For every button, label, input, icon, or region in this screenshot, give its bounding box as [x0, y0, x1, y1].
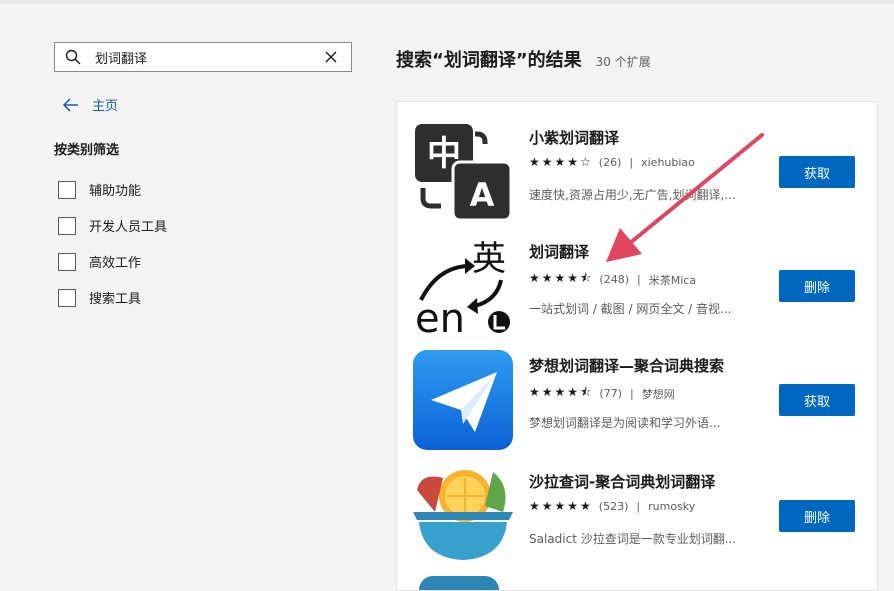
star-rating: ★★★★☆ — [529, 155, 593, 169]
extension-meta: ★★★★☆ (26) | xiehubiao — [529, 155, 695, 169]
ying-en-swap-icon: 英 en — [415, 239, 510, 336]
extension-description: 梦想划词翻译是为阅读和学习外语... — [529, 416, 721, 430]
remove-button[interactable]: 删除 — [779, 500, 855, 532]
remove-button[interactable]: 删除 — [779, 270, 855, 302]
results-panel: 中 A 小紫划词翻译 ★★★★☆ (26) | xiehubiao 速度快,资源… — [396, 101, 878, 591]
checkbox[interactable] — [58, 288, 76, 307]
home-link-label: 主页 — [92, 99, 119, 114]
filter-accessibility[interactable]: 辅助功能 — [58, 180, 141, 199]
filter-search-tools[interactable]: 搜索工具 — [58, 288, 141, 307]
search-icon — [65, 49, 81, 65]
home-link[interactable]: 主页 — [62, 95, 118, 114]
salad-bowl-icon — [413, 470, 513, 560]
separator: | — [629, 155, 634, 169]
rating-count: (26) — [598, 155, 622, 169]
extension-description: 速度快,资源占用少,无广告,划词翻译,... — [529, 188, 736, 202]
extension-item[interactable]: 中 A 小紫划词翻译 ★★★★☆ (26) | xiehubiao 速度快,资源… — [413, 122, 863, 232]
extension-description: Saladict 沙拉查词是一款专业划词翻... — [529, 532, 737, 546]
extension-item[interactable]: 英 en 划词翻译 ★★★★⯪ (248) | 米茶Mica 一站式划词 / 截… — [413, 236, 863, 346]
separator: | — [636, 499, 641, 513]
rating-count: (77) — [599, 387, 622, 400]
next-item-logo-peek — [419, 576, 499, 590]
rating-count: (523) — [598, 499, 629, 513]
get-button[interactable]: 获取 — [779, 384, 855, 416]
checkbox[interactable] — [58, 216, 76, 235]
filter-label: 开发人员工具 — [89, 220, 168, 235]
translate-zhong-a-icon: 中 A — [415, 124, 513, 222]
extension-name[interactable]: 梦想划词翻译—聚合词典搜索 — [529, 355, 724, 376]
author: 梦想网 — [641, 387, 675, 401]
svg-text:en: en — [415, 296, 465, 336]
checkbox[interactable] — [58, 180, 76, 199]
filter-label: 高效工作 — [89, 256, 142, 271]
top-edge — [0, 0, 894, 4]
extension-description: 一站式划词 / 截图 / 网页全文 / 音视... — [529, 302, 732, 316]
extension-meta: ★★★★⯪ (77) | 梦想网 — [529, 383, 675, 404]
get-button[interactable]: 获取 — [779, 156, 855, 188]
results-heading: 搜索“划词翻译”的结果 30 个扩展 — [396, 46, 651, 72]
star-rating: ★★★★⯪ — [529, 385, 594, 399]
author: rumosky — [648, 499, 696, 513]
extension-name[interactable]: 小紫划词翻译 — [529, 127, 619, 148]
extension-item[interactable]: 沙拉查词-聚合词典划词翻译 ★★★★★ (523) | rumosky Sala… — [413, 466, 863, 576]
extension-name[interactable]: 沙拉查词-聚合词典划词翻译 — [529, 471, 715, 492]
close-icon[interactable] — [325, 51, 337, 63]
svg-text:A: A — [470, 176, 495, 214]
filter-label: 辅助功能 — [89, 184, 142, 199]
results-count: 30 个扩展 — [595, 55, 651, 69]
author: xiehubiao — [641, 155, 695, 169]
extension-name[interactable]: 划词翻译 — [529, 241, 589, 262]
extension-meta: ★★★★★ (523) | rumosky — [529, 499, 695, 513]
filter-label: 搜索工具 — [89, 292, 142, 307]
svg-text:英: 英 — [472, 239, 506, 279]
back-arrow-icon — [62, 97, 78, 112]
filter-title: 按类别筛选 — [54, 143, 120, 158]
extension-meta: ★★★★⯪ (248) | 米茶Mica — [529, 269, 696, 290]
filter-productivity[interactable]: 高效工作 — [58, 252, 141, 271]
page-title: 搜索“划词翻译”的结果 — [396, 50, 582, 71]
separator: | — [630, 387, 634, 400]
extension-item[interactable]: 梦想划词翻译—聚合词典搜索 ★★★★⯪ (77) | 梦想网 梦想划词翻译是为阅… — [413, 350, 863, 460]
star-rating: ★★★★⯪ — [529, 271, 594, 285]
checkbox[interactable] — [58, 252, 76, 271]
paper-plane-icon — [413, 350, 513, 450]
rating-count: (248) — [599, 273, 629, 286]
filter-developer-tools[interactable]: 开发人员工具 — [58, 216, 167, 235]
author: 米茶Mica — [648, 273, 697, 287]
search-box[interactable] — [54, 42, 352, 72]
search-input[interactable] — [95, 47, 315, 67]
separator: | — [637, 273, 641, 286]
star-rating: ★★★★★ — [529, 499, 593, 513]
